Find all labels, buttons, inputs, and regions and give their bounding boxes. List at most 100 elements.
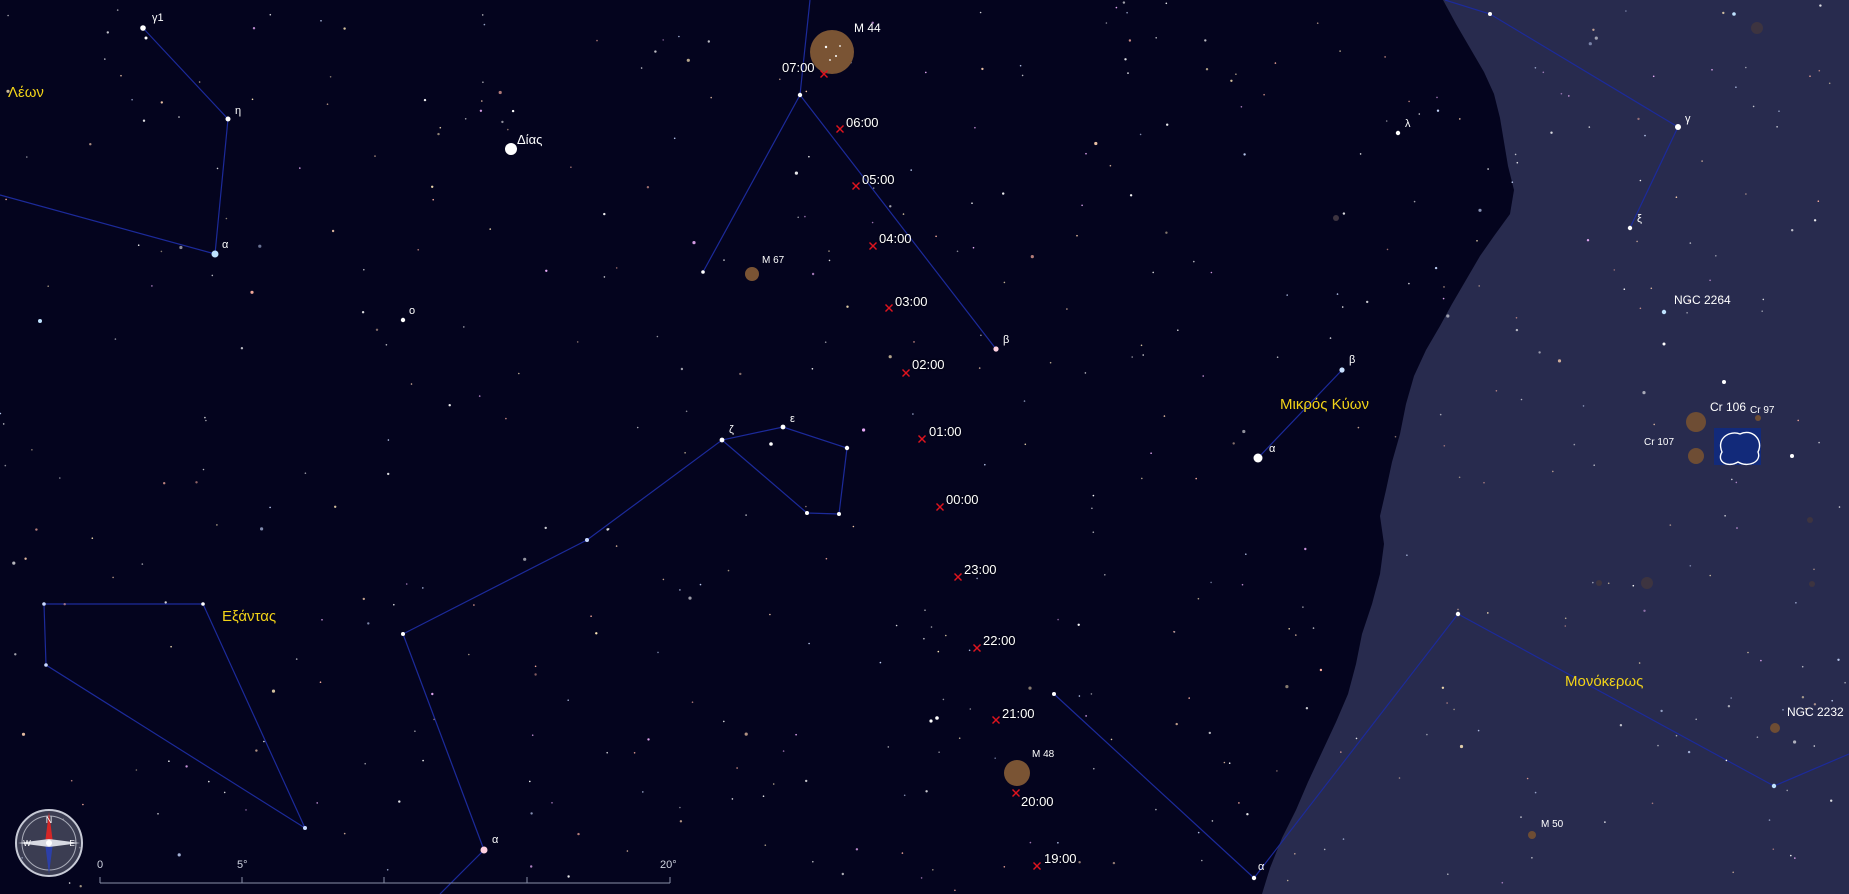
background-star <box>1515 328 1519 332</box>
background-star <box>972 246 975 249</box>
background-star <box>1778 110 1780 112</box>
background-star <box>1838 506 1841 508</box>
background-star <box>1341 306 1344 308</box>
background-star <box>1155 808 1157 811</box>
background-star <box>731 798 734 800</box>
star <box>1052 692 1056 696</box>
background-star <box>375 328 379 331</box>
background-star <box>1128 39 1132 42</box>
background-star <box>1398 777 1401 779</box>
star-label-zeta-hya: ζ <box>729 424 734 436</box>
background-star <box>1408 100 1410 103</box>
background-star <box>1019 64 1022 67</box>
background-star <box>1394 435 1397 438</box>
background-star <box>251 98 254 101</box>
background-star <box>1568 95 1570 97</box>
background-star <box>640 67 643 69</box>
background-star <box>1727 705 1731 708</box>
background-star <box>902 213 905 215</box>
star-chart <box>0 0 1849 894</box>
background-star <box>1478 285 1480 287</box>
background-star <box>331 229 335 233</box>
background-star <box>137 244 140 246</box>
background-star <box>1457 608 1459 611</box>
background-star <box>679 806 681 809</box>
background-star <box>1542 71 1545 74</box>
background-star <box>1459 744 1464 749</box>
background-star <box>14 653 17 656</box>
background-star <box>1126 11 1128 14</box>
background-star <box>405 583 408 585</box>
background-star <box>1514 153 1517 156</box>
background-star <box>636 426 639 429</box>
background-star <box>185 765 188 768</box>
background-star <box>1446 314 1450 318</box>
background-star <box>1316 22 1319 25</box>
background-star <box>179 245 183 250</box>
star <box>400 317 406 323</box>
star <box>993 346 999 352</box>
background-star <box>1195 477 1197 480</box>
star <box>1339 367 1345 373</box>
background-star <box>1112 861 1116 865</box>
background-star <box>1592 28 1595 31</box>
background-star <box>1304 547 1307 551</box>
background-star <box>924 609 926 611</box>
background-star <box>12 561 16 565</box>
background-star <box>1828 82 1831 85</box>
background-star <box>1295 634 1297 636</box>
background-star <box>1197 597 1200 600</box>
star-label-gamma1-leo: γ1 <box>152 12 164 24</box>
background-star <box>828 259 831 262</box>
background-star <box>518 372 520 375</box>
background-star <box>1173 630 1175 633</box>
background-star <box>1323 848 1326 851</box>
background-star <box>1443 445 1446 447</box>
background-star <box>1619 724 1623 727</box>
background-star <box>615 267 618 269</box>
star-label-alpha-cmi: α <box>1269 443 1276 455</box>
background-star <box>1818 441 1820 444</box>
background-star <box>448 404 451 407</box>
background-star <box>1669 524 1672 526</box>
background-star <box>198 81 201 83</box>
star-label-omicron-leo: ο <box>409 305 416 317</box>
background-star <box>1552 470 1554 473</box>
background-star <box>5 198 7 201</box>
background-star <box>1817 200 1820 202</box>
star-label-alpha-hya: α <box>492 834 499 846</box>
background-star <box>1557 359 1562 363</box>
background-star <box>321 619 323 621</box>
background-star <box>362 597 365 601</box>
scale-label-0: 0 <box>97 859 104 871</box>
scale-bar <box>99 877 671 884</box>
dso-label-cr97: Cr 97 <box>1750 405 1775 416</box>
background-star <box>364 762 367 765</box>
background-star <box>531 734 534 736</box>
background-star <box>1002 192 1005 195</box>
background-star <box>808 642 810 645</box>
track-marker-icon <box>885 304 893 312</box>
track-time-label: 23:00 <box>964 562 997 577</box>
background-star <box>1689 242 1692 244</box>
compass-rose-icon[interactable]: N W E <box>12 806 86 880</box>
background-star <box>673 137 676 140</box>
star <box>144 36 148 40</box>
background-star <box>1077 623 1080 626</box>
background-star <box>762 795 765 797</box>
background-star <box>530 865 533 868</box>
background-star <box>1687 750 1691 754</box>
background-star <box>1819 4 1822 7</box>
background-star <box>269 13 272 16</box>
background-star <box>374 155 376 157</box>
background-star <box>1418 113 1421 115</box>
background-star <box>1752 105 1755 108</box>
background-star <box>978 367 981 369</box>
background-star <box>684 452 686 454</box>
background-star <box>343 832 346 835</box>
background-star <box>1104 574 1106 576</box>
background-star <box>1747 651 1749 654</box>
background-star <box>7 14 9 17</box>
background-star <box>1406 554 1408 556</box>
background-star <box>1675 734 1678 737</box>
